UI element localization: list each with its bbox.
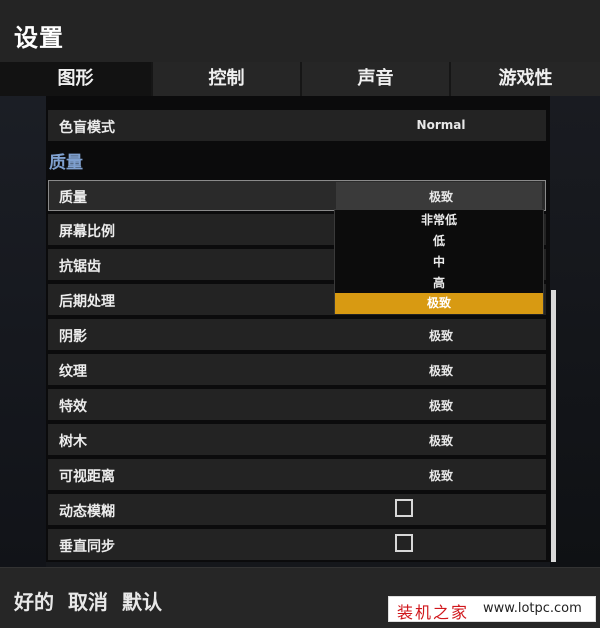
section-header-quality: 质量 (49, 153, 83, 173)
screen-ratio-label: 屏幕比例 (59, 224, 115, 240)
foliage-label: 树木 (59, 434, 87, 450)
tab-sound[interactable]: 声音 (302, 62, 451, 96)
ok-button[interactable]: 好的 (14, 586, 54, 615)
row-foliage[interactable]: 树木 极致 (48, 424, 546, 455)
textures-value: 极致 (428, 364, 453, 378)
title-bar: 设置 (0, 0, 600, 63)
colorblind-value: Normal (416, 118, 466, 132)
default-button[interactable]: 默认 (122, 586, 162, 615)
row-shadows[interactable]: 阴影 极致 (48, 319, 546, 350)
dropdown-option-low[interactable]: 低 (335, 231, 543, 252)
tab-gameplay[interactable]: 游戏性 (451, 62, 600, 96)
watermark-brand: 装机之家 (397, 603, 470, 622)
motion-blur-label: 动态模糊 (59, 504, 115, 520)
background-right (550, 62, 600, 567)
quality-dropdown-menu: 非常低 低 中 高 极致 (334, 209, 544, 314)
quality-value: 极致 (428, 190, 453, 204)
dropdown-option-high[interactable]: 高 (335, 273, 543, 294)
scrollbar-thumb[interactable] (551, 290, 556, 562)
row-motion-blur: 动态模糊 (48, 494, 546, 525)
watermark-url: www.lotpc.com (483, 601, 582, 616)
post-processing-label: 后期处理 (59, 294, 115, 310)
row-vsync: 垂直同步 (48, 529, 546, 560)
shadows-label: 阴影 (59, 329, 87, 345)
cancel-button[interactable]: 取消 (68, 586, 108, 615)
motion-blur-checkbox[interactable] (395, 499, 413, 517)
shadows-value: 极致 (428, 329, 453, 343)
tab-graphics[interactable]: 图形 (0, 62, 153, 96)
row-effects[interactable]: 特效 极致 (48, 389, 546, 420)
colorblind-label: 色盲模式 (59, 120, 115, 136)
tab-bar: 图形 控制 声音 游戏性 (0, 62, 600, 96)
watermark: 装机之家 www.lotpc.com (388, 596, 596, 622)
dropdown-option-medium[interactable]: 中 (335, 252, 543, 273)
dropdown-option-very-low[interactable]: 非常低 (335, 210, 543, 231)
effects-value: 极致 (428, 399, 453, 413)
anti-aliasing-label: 抗锯齿 (59, 259, 101, 275)
tab-controls[interactable]: 控制 (153, 62, 302, 96)
row-colorblind-mode[interactable]: 色盲模式 Normal (48, 110, 546, 141)
textures-label: 纹理 (59, 364, 87, 380)
view-distance-value: 极致 (428, 469, 453, 483)
dropdown-option-ultra[interactable]: 极致 (335, 293, 543, 314)
row-textures[interactable]: 纹理 极致 (48, 354, 546, 385)
background-left (0, 62, 46, 567)
vsync-label: 垂直同步 (59, 539, 115, 555)
view-distance-label: 可视距离 (59, 469, 115, 485)
quality-label: 质量 (59, 190, 87, 206)
vsync-checkbox[interactable] (395, 534, 413, 552)
settings-panel: 色盲模式 Normal 质量 质量 极致 屏幕比例 抗锯齿 后期处理 阴影 极致… (46, 96, 550, 562)
foliage-value: 极致 (428, 434, 453, 448)
settings-title: 设置 (14, 24, 64, 52)
row-view-distance[interactable]: 可视距离 极致 (48, 459, 546, 490)
effects-label: 特效 (59, 399, 87, 415)
row-quality[interactable]: 质量 极致 (48, 180, 546, 211)
